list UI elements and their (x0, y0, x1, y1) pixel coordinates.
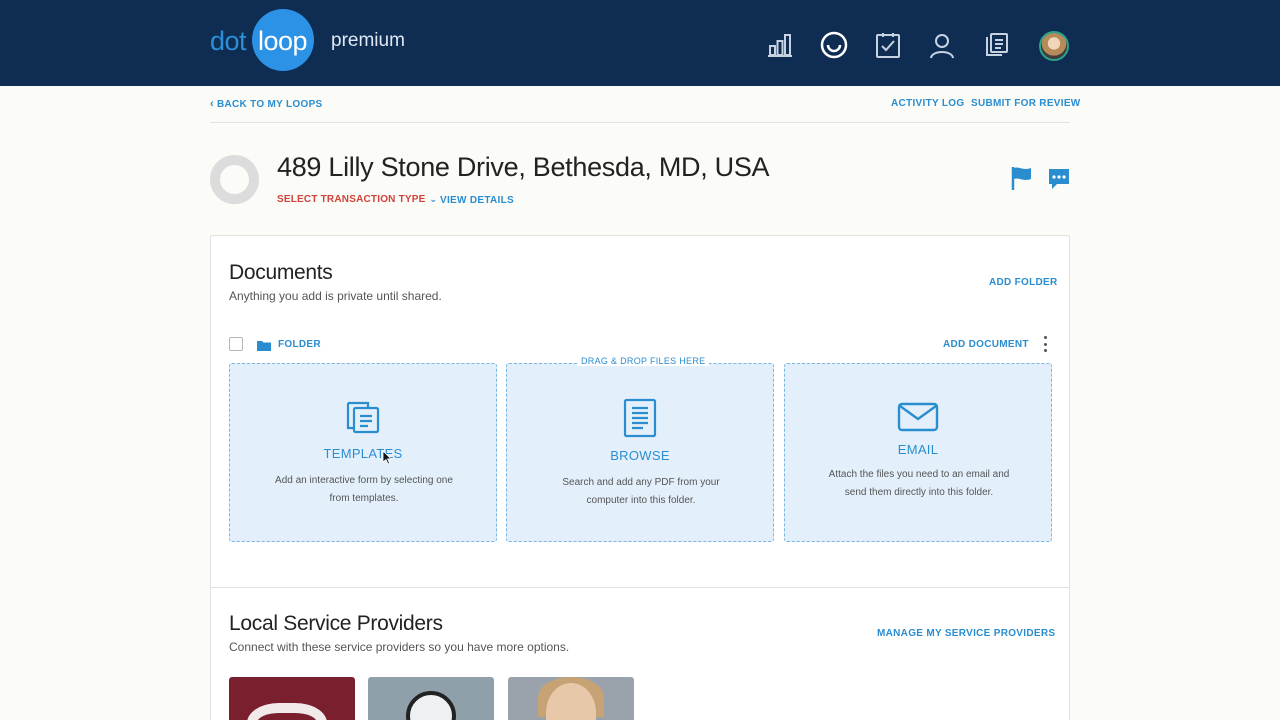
view-details-link[interactable]: VIEW DETAILS (440, 195, 514, 206)
user-avatar[interactable] (1039, 31, 1069, 61)
profile-icon[interactable] (927, 30, 957, 60)
document-icon (507, 398, 773, 438)
back-to-loops-link[interactable]: ‹ BACK TO MY LOOPS (210, 98, 323, 110)
email-tile-description: Attach the files you need to an email an… (828, 469, 1010, 498)
activity-log-link[interactable]: ACTIVITY LOG (891, 98, 964, 109)
templates-tile[interactable]: TEMPLATES Add an interactive form by sel… (229, 363, 497, 542)
service-providers-title: Local Service Providers (229, 612, 443, 635)
loop-content-card: Documents Anything you add is private un… (210, 235, 1070, 720)
flag-icon[interactable] (1010, 165, 1034, 196)
section-divider (211, 587, 1069, 588)
transaction-type-dropdown[interactable]: SELECT TRANSACTION TYPE ⌄ (277, 194, 437, 205)
header-divider (210, 122, 1070, 123)
browse-tile-title: BROWSE (610, 448, 670, 463)
provider-card[interactable] (508, 677, 634, 720)
bar-chart-icon[interactable] (765, 30, 795, 60)
templates-icon (230, 398, 496, 434)
loop-address-title: 489 Lilly Stone Drive, Bethesda, MD, USA (277, 152, 770, 182)
browse-tile[interactable]: BROWSE Search and add any PDF from your … (506, 363, 774, 542)
more-options-icon[interactable] (1042, 336, 1048, 352)
add-document-button[interactable]: ADD DOCUMENT (943, 339, 1029, 350)
provider-logo (406, 691, 456, 720)
email-tile[interactable]: EMAIL Attach the files you need to an em… (784, 363, 1052, 542)
provider-card[interactable] (368, 677, 494, 720)
folder-name[interactable]: FOLDER (278, 339, 321, 350)
logo-dot-text: dot (210, 26, 247, 56)
drag-drop-hint: DRAG & DROP FILES HERE (577, 356, 710, 366)
folder-select-checkbox[interactable] (229, 337, 243, 351)
top-bar: dot loop premium (0, 0, 1280, 86)
browse-tile-description: Search and add any PDF from your compute… (562, 477, 720, 506)
add-folder-button[interactable]: ADD FOLDER (989, 277, 1058, 288)
chevron-down-icon: ⌄ (429, 194, 438, 204)
tasks-icon[interactable] (873, 30, 903, 60)
templates-tile-description: Add an interactive form by selecting one… (275, 475, 453, 504)
submit-for-review-link[interactable]: SUBMIT FOR REVIEW (971, 98, 1081, 109)
transaction-type-label: SELECT TRANSACTION TYPE (277, 194, 426, 205)
documents-title: Documents (229, 261, 333, 284)
provider-logo (247, 703, 327, 720)
back-label: BACK TO MY LOOPS (216, 99, 323, 110)
loop-progress-ring (210, 155, 259, 204)
chat-icon[interactable] (1047, 167, 1071, 196)
provider-card[interactable] (229, 677, 355, 720)
service-providers-subtitle: Connect with these service providers so … (229, 640, 570, 654)
documents-icon[interactable] (981, 30, 1011, 60)
envelope-icon (785, 402, 1051, 432)
chevron-left-icon: ‹ (210, 98, 214, 110)
logo-tier: premium (331, 30, 405, 51)
mouse-pointer-icon (382, 450, 392, 470)
loop-icon[interactable] (819, 30, 849, 60)
documents-subtitle: Anything you add is private until shared… (229, 289, 442, 303)
manage-service-providers-link[interactable]: MANAGE MY SERVICE PROVIDERS (877, 628, 1055, 639)
folder-icon (257, 338, 271, 356)
templates-tile-title: TEMPLATES (323, 446, 403, 461)
email-tile-title: EMAIL (897, 442, 939, 457)
logo-loop-text: loop (258, 26, 308, 56)
